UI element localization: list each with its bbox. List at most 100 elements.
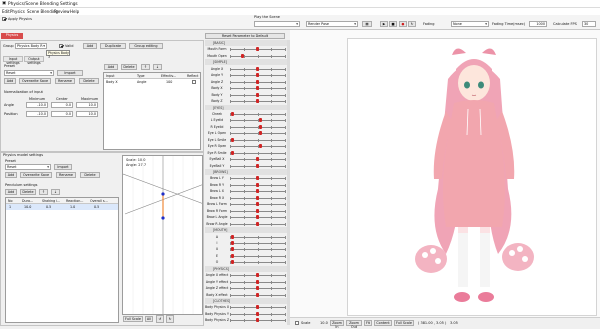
param-group-header[interactable]: [SIMPLE] <box>205 59 287 66</box>
overwrite-save-button[interactable]: Overwrite Save <box>19 78 51 84</box>
param-slider-track[interactable] <box>230 157 286 162</box>
model-overwrite-button[interactable]: Overwrite Save <box>20 172 52 178</box>
param-slider-knob[interactable] <box>256 157 259 162</box>
zoom-out-button[interactable]: Zoom Out <box>346 320 362 329</box>
param-slider-track[interactable] <box>230 305 286 310</box>
preview-all-button[interactable]: All <box>145 316 153 322</box>
param-group-header[interactable]: [PHYSICS] <box>205 265 287 272</box>
rename-button[interactable]: Rename <box>55 78 75 84</box>
param-slider-track[interactable] <box>230 311 286 316</box>
param-slider-track[interactable] <box>230 221 286 226</box>
preview-full-scale-button[interactable]: Full Scale <box>123 316 143 322</box>
fading-time-input[interactable]: 1000 <box>529 21 547 27</box>
param-slider-knob[interactable] <box>231 240 235 245</box>
menu-item-preview[interactable]: Preview <box>54 9 70 14</box>
param-slider-track[interactable] <box>230 92 286 97</box>
group-select[interactable]: Physics Body R ▾ <box>15 43 47 49</box>
model-preset-select[interactable]: Reset ▾ <box>5 164 51 170</box>
model-import-button[interactable]: Import <box>54 164 72 170</box>
param-slider-knob[interactable] <box>231 234 235 239</box>
content-button[interactable]: Content <box>374 320 392 326</box>
param-slider-track[interactable] <box>230 99 286 104</box>
param-slider-knob[interactable] <box>231 260 235 265</box>
input-add-button[interactable]: Add <box>104 64 118 70</box>
param-slider-track[interactable] <box>230 279 286 284</box>
param-slider-knob[interactable] <box>256 79 259 84</box>
param-slider-track[interactable] <box>230 53 286 58</box>
delete-button[interactable]: Delete <box>79 78 99 84</box>
param-slider-track[interactable] <box>230 176 286 181</box>
apply-physics-checkbox[interactable] <box>2 17 6 21</box>
menu-item-help[interactable]: Help <box>70 9 79 14</box>
position-max-input[interactable]: 10.0 <box>76 111 98 117</box>
param-group-header[interactable]: [BROWS] <box>205 169 287 175</box>
pose-select[interactable]: Render Pose ▾ <box>306 21 358 27</box>
param-slider-track[interactable] <box>230 318 286 323</box>
full-scale-button[interactable]: Full Scale <box>394 320 414 326</box>
valid-checkbox[interactable] <box>59 44 63 48</box>
param-slider-track[interactable] <box>230 273 286 278</box>
pendulum-preview[interactable]: Scale: 10.0 Angle: 27.7 <box>122 155 203 315</box>
tab-input-settings[interactable]: Input settings <box>3 56 23 65</box>
param-slider-track[interactable] <box>230 208 286 213</box>
param-slider-track[interactable] <box>230 131 286 136</box>
param-slider-knob[interactable] <box>256 182 259 187</box>
pendulum-down-button[interactable]: ↓ <box>51 189 60 195</box>
param-group-header[interactable]: [CLOTHES] <box>205 298 287 304</box>
param-slider-knob[interactable] <box>256 286 259 291</box>
param-slider-knob[interactable] <box>256 221 259 226</box>
pendulum-delete-button[interactable]: Delete <box>20 189 36 195</box>
param-slider-track[interactable] <box>230 240 286 245</box>
param-group-header[interactable]: [EYES] <box>205 104 287 111</box>
position-min-input[interactable]: -10.0 <box>26 111 48 117</box>
add-group-button[interactable]: Add <box>83 43 97 49</box>
param-slider-track[interactable] <box>230 150 286 155</box>
rotate-left-icon[interactable]: ↺ <box>156 315 164 323</box>
param-slider-track[interactable] <box>230 182 286 187</box>
preset-add-button[interactable]: Add <box>4 78 16 84</box>
param-slider-knob[interactable] <box>258 131 262 136</box>
param-slider-knob[interactable] <box>258 144 262 149</box>
param-group-header[interactable]: [MOUTH] <box>205 227 287 233</box>
preset-select[interactable]: Reset ▾ <box>4 70 54 76</box>
param-slider-track[interactable] <box>230 253 286 258</box>
reflect-checkbox[interactable] <box>192 80 196 84</box>
param-slider-track[interactable] <box>230 111 286 116</box>
reset-parameter-button[interactable]: Reset Parameter to Default <box>205 33 285 39</box>
param-slider-track[interactable] <box>230 234 286 239</box>
model-add-button[interactable]: Add <box>5 172 17 178</box>
param-slider-knob[interactable] <box>240 53 244 58</box>
input-delete-button[interactable]: Delete <box>121 64 137 70</box>
param-slider-track[interactable] <box>230 292 286 297</box>
fit-button[interactable]: Fit <box>364 320 372 326</box>
param-slider-knob[interactable] <box>256 189 259 194</box>
param-slider-knob[interactable] <box>256 176 259 181</box>
table-row[interactable]: 1 10.0 0.5 1.0 0.5 <box>6 204 118 210</box>
scale-checkbox[interactable] <box>295 321 299 325</box>
table-row[interactable]: Body X Angle 100 <box>104 79 200 85</box>
angle-center-input[interactable]: 0.0 <box>51 102 73 108</box>
param-slider-knob[interactable] <box>258 124 262 129</box>
pendulum-up-button[interactable]: ↑ <box>39 189 48 195</box>
record-button[interactable]: ● <box>399 21 407 27</box>
param-slider-track[interactable] <box>230 66 286 71</box>
duplicate-button[interactable]: Duplicate <box>100 43 126 49</box>
tab-output-settings[interactable]: Output settings <box>24 56 44 65</box>
rotate-right-icon[interactable]: ↻ <box>166 315 174 323</box>
calc-fps-select[interactable]: 30 <box>582 21 596 27</box>
param-slider-knob[interactable] <box>231 247 235 252</box>
angle-min-input[interactable]: -10.0 <box>26 102 48 108</box>
param-slider-track[interactable] <box>230 260 286 265</box>
param-slider-track[interactable] <box>230 202 286 207</box>
param-slider-track[interactable] <box>230 86 286 91</box>
param-slider-track[interactable] <box>230 47 286 52</box>
param-slider-track[interactable] <box>230 118 286 123</box>
play-scene-select[interactable]: ▾ <box>254 21 300 27</box>
param-slider-knob[interactable] <box>256 73 259 78</box>
param-slider-knob[interactable] <box>256 305 259 310</box>
fading-select[interactable]: None ▾ <box>451 21 489 27</box>
param-slider-knob[interactable] <box>256 195 259 200</box>
param-slider-knob[interactable] <box>256 202 259 207</box>
model-rename-button[interactable]: Rename <box>56 172 76 178</box>
param-slider-knob[interactable] <box>258 118 262 123</box>
